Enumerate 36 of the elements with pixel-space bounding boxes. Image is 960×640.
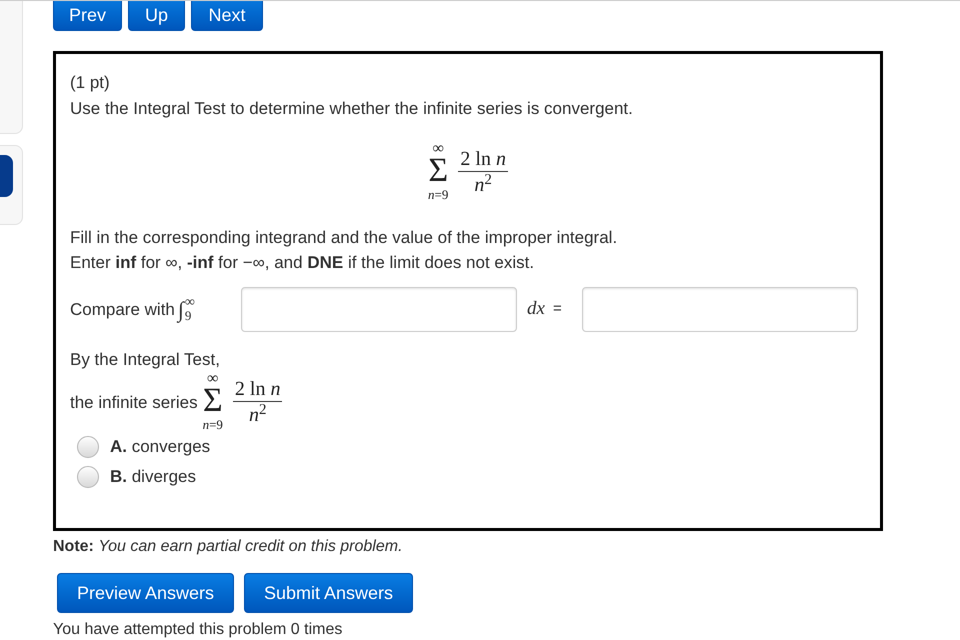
option-label: A. converges [110, 436, 210, 458]
lower-limit: n=9 [202, 417, 223, 432]
differential-text: dx [527, 297, 545, 322]
numerator: 2 ln n [459, 147, 507, 171]
answer-action-button[interactable]: Submit Answers [244, 573, 413, 613]
summation-sign: Σ [428, 155, 448, 187]
option-label: B. diverges [110, 466, 196, 488]
numerator: 2 ln n [234, 377, 282, 401]
nav-button[interactable]: Up [128, 1, 185, 31]
integrand-field[interactable] [241, 287, 517, 332]
lower-limit: 9 [184, 309, 192, 323]
answer-action-button[interactable]: Preview Answers [57, 573, 234, 613]
upper-limit: ∞ [184, 296, 195, 309]
instruction-text: Use the Integral Test to determine whether the infinite series is convergent. [70, 98, 634, 120]
radio-button[interactable] [77, 436, 99, 458]
answer-field[interactable] [582, 287, 858, 332]
compare-label: Compare with [70, 298, 175, 321]
note-text: Note: You can earn partial credit on this problem. [53, 537, 404, 557]
fill-in-text: Fill in the corresponding integrand and the value of the improper integral. [70, 227, 618, 249]
integral-sign: ∫ [178, 296, 184, 322]
equals-sign: = [552, 299, 562, 320]
attempts-text: You have attempted this problem 0 times [53, 621, 344, 639]
radio-button[interactable] [77, 466, 99, 488]
denominator: n$^{2}$ [248, 402, 266, 428]
upper-limit: ∞ [432, 143, 444, 155]
points-label: (1 pt) [70, 72, 111, 94]
sidebar-tab[interactable] [0, 155, 13, 197]
upper-limit: ∞ [207, 373, 218, 385]
denominator: n$^{2}$ [474, 172, 492, 198]
conclusion-intro: By the Integral Test, [70, 349, 221, 371]
lower-limit: n=9 [428, 187, 448, 202]
nav-button[interactable]: Next [191, 1, 263, 31]
nav-button[interactable]: Prev [53, 1, 122, 31]
instructions-text: Enter inf for ∞, -inf for −∞, and DNE if the limit does not exist. [70, 252, 536, 274]
conclusion-label: the infinite series [70, 392, 198, 414]
summation-sign: Σ [202, 385, 223, 417]
